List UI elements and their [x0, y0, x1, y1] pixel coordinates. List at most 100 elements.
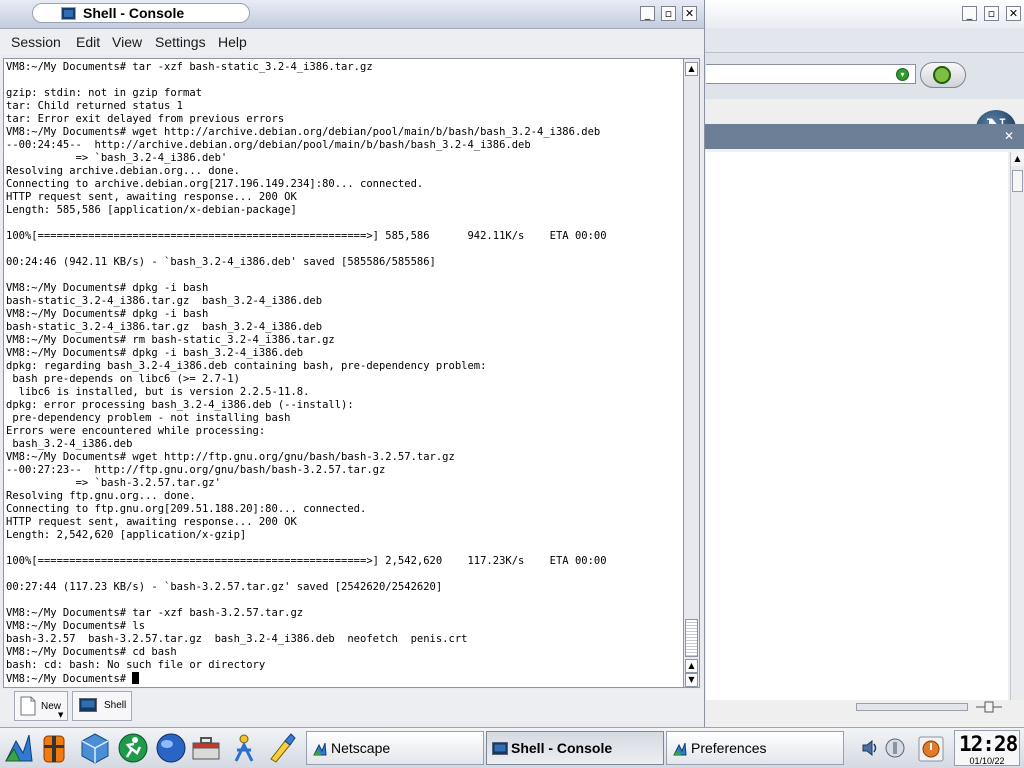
session-tabbar: New ▼ Shell: [0, 689, 704, 723]
menu-view[interactable]: View: [112, 33, 142, 51]
terminal-line: bash: cd: bash: No such file or director…: [6, 659, 682, 672]
session-tab-shell[interactable]: Shell: [72, 691, 132, 721]
terminal-line-text: VM8:~/My Documents#: [6, 673, 133, 685]
terminal-line: 100%[===================================…: [6, 555, 682, 568]
network-icon[interactable]: [884, 737, 906, 759]
terminal-vertical-scrollbar[interactable]: ▲ ▲ ▼: [684, 58, 700, 688]
search-icon: [933, 66, 951, 84]
figure-icon[interactable]: [228, 731, 260, 765]
terminal-line: VM8:~/My Documents# wget http://ftp.gnu.…: [6, 451, 682, 464]
terminal-line-text: Connecting to ftp.gnu.org[209.51.188.20]…: [6, 503, 367, 515]
scroll-up-icon[interactable]: ▲: [685, 62, 698, 76]
terminal-line: pre-dependency problem - not installing …: [6, 412, 682, 425]
close-icon[interactable]: ✕: [1006, 6, 1021, 21]
console-window: Shell - Console _ ▫ ✕ Session Edit View …: [0, 0, 705, 727]
maximize-icon[interactable]: ▫: [984, 6, 999, 21]
terminal-line-text: Length: 585,586 [application/x-debian-pa…: [6, 204, 297, 216]
scroll-thumb[interactable]: [685, 619, 698, 657]
terminal-line-text: => `bash-3.2.57.tar.gz': [6, 477, 221, 489]
task-label: Netscape: [331, 740, 391, 756]
background-titlebar[interactable]: _ ▫ ✕: [704, 0, 1024, 29]
terminal-line: VM8:~/My Documents# wget http://archive.…: [6, 126, 682, 139]
terminal-line: bash-static_3.2-4_i386.tar.gz bash_3.2-4…: [6, 295, 682, 308]
chevron-down-icon[interactable]: ▼: [58, 711, 63, 719]
browser-content-area: [706, 152, 1008, 700]
terminal-line-text: tar: Error exit delayed from previous er…: [6, 113, 285, 125]
terminal-output[interactable]: VM8:~/My Documents# tar -xzf bash-static…: [3, 58, 684, 688]
terminal-line: Length: 2,542,620 [application/x-gzip]: [6, 529, 682, 542]
terminal-line: VM8:~/My Documents#: [6, 672, 682, 685]
lifejacket-icon[interactable]: [38, 731, 70, 765]
terminal-line-text: 100%[===================================…: [6, 230, 607, 242]
terminal-line-text: 00:27:44 (117.23 KB/s) - `bash-3.2.57.ta…: [6, 581, 443, 593]
terminal-line-text: VM8:~/My Documents# ls: [6, 620, 146, 632]
task-label: Preferences: [691, 740, 767, 756]
terminal-line: Length: 585,586 [application/x-debian-pa…: [6, 204, 682, 217]
task-netscape[interactable]: Netscape: [306, 731, 484, 765]
menu-edit[interactable]: Edit: [76, 33, 100, 51]
terminal-line-text: VM8:~/My Documents# wget http://ftp.gnu.…: [6, 451, 455, 463]
terminal-line: gzip: stdin: not in gzip format: [6, 87, 682, 100]
terminal-line: dpkg: error processing bash_3.2-4_i386.d…: [6, 399, 682, 412]
browser-vertical-scrollbar[interactable]: ▲: [1010, 152, 1024, 700]
globe-icon[interactable]: [155, 731, 187, 765]
terminal-line-text: VM8:~/My Documents# wget http://archive.…: [6, 126, 601, 138]
terminal-line-text: Errors were encountered while processing…: [6, 425, 266, 437]
close-icon[interactable]: ✕: [682, 6, 697, 21]
terminal-line: Errors were encountered while processing…: [6, 425, 682, 438]
minimize-icon[interactable]: _: [962, 6, 977, 21]
brush-icon[interactable]: [265, 731, 297, 765]
window-titlebar[interactable]: Shell - Console _ ▫ ✕: [0, 0, 704, 29]
window-title: Shell - Console: [83, 5, 185, 21]
terminal-line-text: HTTP request sent, awaiting response... …: [6, 516, 297, 528]
menu-session[interactable]: Session: [11, 33, 61, 51]
terminal-line: dpkg: regarding bash_3.2-4_i386.deb cont…: [6, 360, 682, 373]
terminal-line-text: 100%[===================================…: [6, 555, 607, 567]
volume-icon[interactable]: [860, 738, 880, 758]
runner-icon[interactable]: [117, 731, 149, 765]
terminal-line-text: HTTP request sent, awaiting response... …: [6, 191, 297, 203]
terminal-line-text: Resolving archive.debian.org... done.: [6, 165, 240, 177]
terminal-window-icon[interactable]: [61, 7, 76, 20]
terminal-line-text: VM8:~/My Documents# dpkg -i bash: [6, 282, 209, 294]
terminal-line-text: dpkg: regarding bash_3.2-4_i386.deb cont…: [6, 360, 487, 372]
scroll-up-icon[interactable]: ▲: [685, 659, 698, 673]
terminal-line: => `bash_3.2-4_i386.deb': [6, 152, 682, 165]
terminal-line: Connecting to ftp.gnu.org[209.51.188.20]…: [6, 503, 682, 516]
terminal-line-text: VM8:~/My Documents# tar -xzf bash-static…: [6, 61, 373, 73]
terminal-line-text: pre-dependency problem - not installing …: [6, 412, 291, 424]
system-tray: 12:28 01/10/22: [850, 730, 1022, 766]
panel-close-icon[interactable]: ✕: [1004, 130, 1014, 142]
url-dropdown-icon[interactable]: ▾: [896, 68, 909, 81]
session-tab-label: Shell: [104, 700, 127, 711]
scroll-thumb[interactable]: [1012, 170, 1023, 192]
browser-horizontal-scrollbar[interactable]: [856, 703, 968, 711]
kde-menu-icon[interactable]: [3, 731, 35, 765]
background-menubar: [704, 28, 1024, 53]
terminal-line-text: bash-static_3.2-4_i386.tar.gz bash_3.2-4…: [6, 321, 323, 333]
scroll-up-icon[interactable]: ▲: [1011, 152, 1024, 166]
slider-handle-icon[interactable]: [976, 701, 1002, 713]
clock[interactable]: 12:28 01/10/22: [954, 730, 1020, 766]
menu-settings[interactable]: Settings: [155, 33, 206, 51]
terminal-line: 100%[===================================…: [6, 230, 682, 243]
terminal-line: Connecting to archive.debian.org[217.196…: [6, 178, 682, 191]
terminal-line: bash-3.2.57 bash-3.2.57.tar.gz bash_3.2-…: [6, 633, 682, 646]
minimize-icon[interactable]: _: [640, 6, 655, 21]
sidebar-panel-header: ✕: [704, 124, 1024, 149]
new-session-button[interactable]: New ▼: [14, 691, 68, 721]
power-icon[interactable]: [918, 736, 944, 762]
search-button[interactable]: [920, 62, 966, 88]
cube-icon[interactable]: [79, 731, 111, 765]
scroll-down-icon[interactable]: ▼: [685, 673, 698, 687]
maximize-icon[interactable]: ▫: [661, 6, 676, 21]
terminal-line: 00:27:44 (117.23 KB/s) - `bash-3.2.57.ta…: [6, 581, 682, 594]
task-preferences[interactable]: Preferences: [666, 731, 844, 765]
url-input[interactable]: [706, 64, 916, 84]
task-shell-console[interactable]: Shell - Console: [486, 731, 664, 765]
toolbox-icon[interactable]: [190, 731, 222, 765]
menu-help[interactable]: Help: [218, 33, 247, 51]
